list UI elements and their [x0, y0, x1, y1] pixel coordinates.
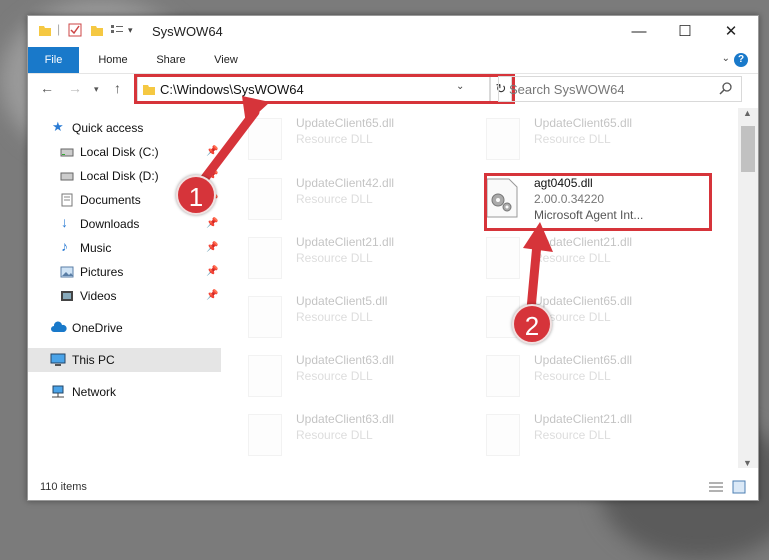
arrowhead: [242, 96, 270, 124]
annotation-arrows: [200, 96, 553, 325]
arrowhead: [523, 222, 553, 252]
step-badge-2: 2: [512, 304, 552, 344]
step-badge-1: 1: [176, 175, 216, 215]
